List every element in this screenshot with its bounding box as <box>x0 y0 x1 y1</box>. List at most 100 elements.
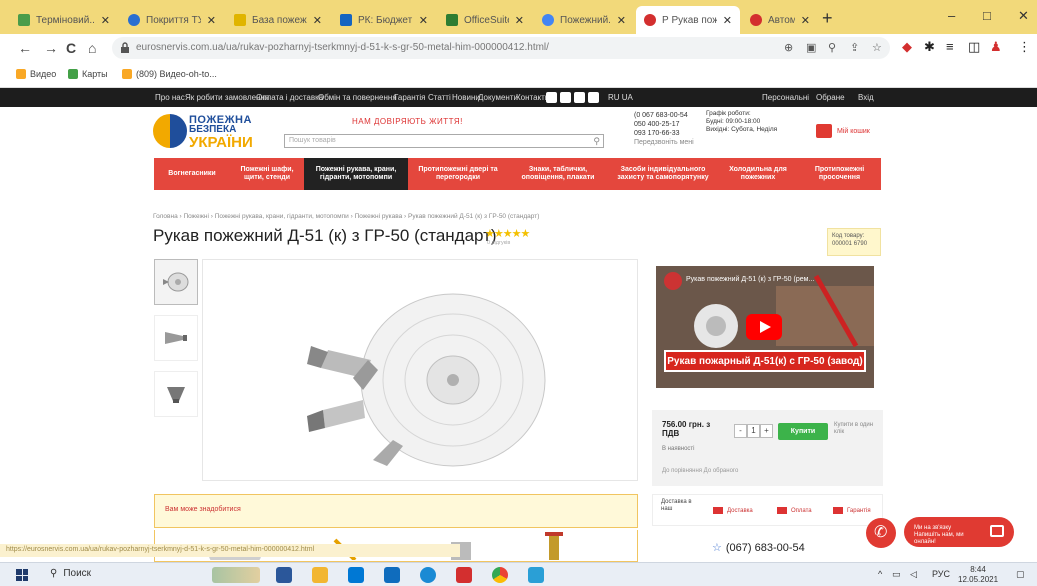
qty-input[interactable]: 1 <box>747 424 760 438</box>
network-icon[interactable]: ▭ <box>892 569 901 580</box>
one-click-buy-link[interactable]: Купити в один клік <box>834 422 878 436</box>
translate-icon[interactable]: ⊕ <box>784 41 793 54</box>
edge-icon[interactable] <box>420 567 436 583</box>
menu-item[interactable]: Протипожежні двері та перегородки <box>408 158 508 190</box>
profile-icon[interactable]: ♟ <box>990 39 1002 55</box>
product-thumbnail[interactable] <box>154 315 198 361</box>
phone-number[interactable]: (0 067 683-00-54 <box>634 111 694 120</box>
system-clock[interactable]: 8:44 12.05.2021 <box>958 565 998 585</box>
reading-list-icon[interactable]: ≡ <box>946 39 954 54</box>
close-icon[interactable]: ✕ <box>207 14 216 27</box>
forward-button[interactable]: → <box>44 40 58 56</box>
browser-tab[interactable]: Покриття ТУ... ✕ <box>120 6 224 34</box>
language-switch[interactable]: RU UA <box>608 93 633 102</box>
zoom-icon[interactable]: ⚲ <box>828 41 836 54</box>
topnav-link[interactable]: Новини <box>452 93 480 102</box>
site-logo[interactable]: ПОЖЕЖНА БЕЗПЕКА УКРАЇНИ <box>153 110 263 154</box>
close-icon[interactable]: ✕ <box>723 14 732 27</box>
product-main-image[interactable] <box>202 259 638 481</box>
payment-tab[interactable]: Оплата <box>777 507 812 514</box>
youtube-video[interactable]: Рукав пожежний Д-51 (к) з ГР-50 (рем... … <box>656 266 874 388</box>
social-icon[interactable] <box>574 92 585 103</box>
callback-link[interactable]: Передзвоніть мені <box>634 138 694 147</box>
menu-item[interactable]: Знаки, таблички, оповіщення, плакати <box>508 158 608 190</box>
mail-icon[interactable] <box>384 567 400 583</box>
menu-item[interactable]: Вогнегасники <box>154 158 230 190</box>
favorites-link[interactable]: Обране <box>816 93 845 102</box>
extension-puzzle-icon[interactable]: ✱ <box>924 39 935 55</box>
buy-button[interactable]: Купити <box>778 423 828 440</box>
reviews-count[interactable]: 0 відгуків <box>487 240 510 246</box>
menu-item[interactable]: Протипожежні просочення <box>798 158 881 190</box>
delivery-tab[interactable]: Доставка <box>713 507 753 514</box>
play-button[interactable] <box>746 314 782 340</box>
login-link[interactable]: Вхід <box>858 93 874 102</box>
address-bar[interactable]: eurosnervis.com.ua/ua/rukav-pozharnyj-ts… <box>112 37 890 59</box>
phone-number[interactable]: 093 170-66-33 <box>634 129 694 138</box>
extension-red-icon[interactable]: ◆ <box>902 39 912 55</box>
topnav-link[interactable]: Обмін та повернення <box>318 93 397 102</box>
maximize-button[interactable]: □ <box>983 8 991 23</box>
chrome-icon[interactable] <box>492 567 508 583</box>
task-view-icon[interactable] <box>276 567 292 583</box>
contact-phone[interactable]: ☆ (067) 683-00-54 <box>712 541 805 554</box>
taskbar-widgets[interactable] <box>212 567 260 583</box>
file-explorer-icon[interactable] <box>312 567 328 583</box>
breadcrumb[interactable]: Головна › Пожежні › Пожежні рукава, кран… <box>153 213 539 220</box>
menu-item[interactable]: Холодильна для пожежних <box>718 158 798 190</box>
taskbar-search[interactable]: ⚲ Поиск <box>50 568 91 579</box>
keyboard-layout[interactable]: РУС <box>932 569 950 579</box>
menu-item[interactable]: Засоби індивідуального захисту та самопо… <box>608 158 718 190</box>
browser-tab[interactable]: OfficeSuite... ✕ <box>438 6 532 34</box>
call-button[interactable] <box>866 518 896 548</box>
warranty-tab[interactable]: Гарантія <box>833 507 871 514</box>
windows-start-icon[interactable] <box>16 569 28 581</box>
acrobat-icon[interactable] <box>456 567 472 583</box>
phone-number[interactable]: 050 400-25-17 <box>634 120 694 129</box>
topnav-link[interactable]: Про нас <box>155 93 185 102</box>
product-thumbnail[interactable] <box>154 371 198 417</box>
bookmark-star-icon[interactable]: ☆ <box>872 41 882 54</box>
rating-stars[interactable]: ★★★★★ <box>485 227 530 240</box>
social-icon[interactable] <box>546 92 557 103</box>
qty-minus-button[interactable]: - <box>734 424 747 438</box>
telegram-icon[interactable] <box>528 567 544 583</box>
compare-link[interactable]: До порівняння До обраного <box>662 468 738 474</box>
tray-chevron-icon[interactable]: ^ <box>878 569 882 579</box>
chat-widget-button[interactable]: Ми на зв'язку Напишіть нам, ми онлайн! <box>904 517 1014 547</box>
channel-avatar[interactable] <box>664 272 682 290</box>
store-icon[interactable] <box>348 567 364 583</box>
share-icon[interactable]: ⇪ <box>850 41 859 54</box>
social-icon[interactable] <box>588 92 599 103</box>
cart-button[interactable]: Мій кошик <box>816 124 870 138</box>
back-button[interactable]: ← <box>18 40 32 56</box>
topnav-link[interactable]: Документи <box>478 93 518 102</box>
browser-tab[interactable]: РК: Бюджет (67)... ✕ <box>332 6 436 34</box>
close-icon[interactable]: ✕ <box>617 14 626 27</box>
topnav-link[interactable]: Оплата і доставка <box>256 93 323 102</box>
topnav-link[interactable]: Контакти <box>516 93 549 102</box>
menu-item[interactable]: Пожежні шафи, щити, стенди <box>230 158 304 190</box>
browser-tab[interactable]: Автомобіль... ✕ <box>742 6 818 34</box>
browser-tab[interactable]: Пожежний... ✕ <box>534 6 634 34</box>
qty-plus-button[interactable]: + <box>760 424 773 438</box>
close-icon[interactable]: ✕ <box>801 14 810 27</box>
extension-icon[interactable]: ▣ <box>806 41 816 54</box>
social-icon[interactable] <box>560 92 571 103</box>
menu-item-active[interactable]: Пожежні рукава, крани, гідранти, мотопом… <box>304 158 408 190</box>
site-search-input[interactable]: Пошук товарів ⚲ <box>284 134 604 148</box>
volume-icon[interactable]: ◁ <box>910 569 917 580</box>
close-icon[interactable]: ✕ <box>515 14 524 27</box>
browser-tab[interactable]: Терміновий... ✕ <box>10 6 118 34</box>
close-icon[interactable]: ✕ <box>313 14 322 27</box>
search-icon[interactable]: ⚲ <box>593 136 600 147</box>
browser-tab[interactable]: База пожеж... ✕ <box>226 6 330 34</box>
quantity-stepper[interactable]: - 1 + <box>734 424 773 438</box>
close-icon[interactable]: ✕ <box>101 14 110 27</box>
bookmark-item[interactable]: (809) Видео-oh-to... <box>122 69 217 79</box>
close-window-button[interactable]: ✕ <box>1018 8 1029 24</box>
new-tab-button[interactable]: + <box>822 8 833 29</box>
bookmark-item[interactable]: Видео <box>16 69 56 79</box>
sidepanel-icon[interactable]: ◫ <box>968 39 980 55</box>
product-thumbnail[interactable] <box>154 259 198 305</box>
